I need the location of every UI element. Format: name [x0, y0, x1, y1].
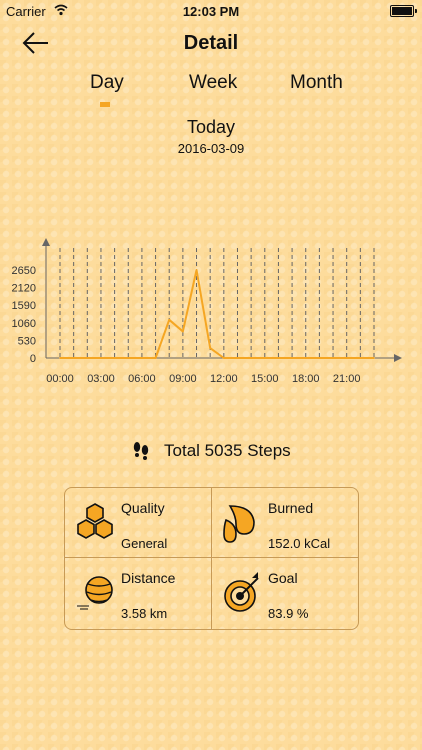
chart-series-line [60, 269, 374, 359]
chart-y-tick-label: 530 [18, 335, 36, 347]
chart-data-point [277, 357, 280, 359]
stat-goal-value: 83.9 % [268, 606, 309, 621]
chart-data-point [113, 357, 116, 359]
chart-x-tick-label: 09:00 [169, 373, 197, 385]
chart-data-point [86, 357, 89, 359]
drops-icon [223, 505, 255, 543]
stat-burned-value: 152.0 kCal [268, 536, 331, 551]
stat-goal: Goal 83.9 % [212, 558, 358, 627]
status-bar: Carrier 12:03 PM [0, 0, 422, 22]
chart-data-point [72, 357, 75, 359]
chart-data-point [359, 357, 362, 359]
stat-burned-label: Burned [268, 500, 314, 516]
chart-y-tick-label: 1590 [12, 300, 36, 312]
chart-x-tick-label: 18:00 [292, 373, 320, 385]
chart-x-tick-label: 03:00 [87, 373, 115, 385]
status-time: 12:03 PM [182, 4, 240, 19]
stat-burned: Burned 152.0 kCal [212, 488, 358, 557]
chart-data-point [182, 330, 184, 333]
chart-data-point [263, 357, 266, 359]
chart-data-point [127, 357, 130, 359]
chart-data-point [141, 357, 143, 359]
total-steps: Total 5035 Steps [0, 440, 422, 462]
footprints-icon [134, 442, 149, 460]
chart-y-tick-label: 0 [30, 353, 36, 365]
chart-data-point [318, 357, 321, 359]
stat-quality-value: General [121, 536, 168, 551]
chart-data-point [345, 357, 348, 359]
chart-x-tick-label: 12:00 [210, 373, 238, 385]
steps-line-chart: 0 530 1060 1590 2120 2650 00:00 03:00 06:00 09:00… [12, 238, 402, 385]
chart-x-tick-label: 00:00 [46, 373, 74, 385]
chart-data-point [250, 357, 252, 359]
total-steps-label: Total 5035 Steps [164, 441, 291, 460]
chart-y-axis-arrow [42, 238, 50, 246]
battery-icon [390, 5, 417, 17]
ball-icon [77, 576, 113, 610]
chart-x-tick-label: 15:00 [251, 373, 279, 385]
stat-distance: Distance 3.58 km [65, 558, 211, 627]
stat-distance-label: Distance [121, 570, 176, 586]
stat-distance-value: 3.58 km [121, 606, 168, 621]
chart-data-point [100, 357, 102, 359]
chart-data-point [291, 357, 293, 359]
chart-data-point [236, 357, 239, 359]
chart-data-point [209, 347, 211, 349]
stat-goal-label: Goal [268, 570, 298, 586]
chart-data-point [332, 357, 334, 359]
chart-y-tick-label: 1060 [12, 318, 36, 330]
stats-grid: Quality General Burned 152.0 kCal Distan… [64, 487, 359, 630]
chart-data-point [304, 357, 307, 359]
honeycomb-icon [77, 503, 113, 539]
chart-data-point [195, 269, 198, 271]
chart-data-point [59, 357, 61, 359]
chart-data-point [168, 319, 171, 321]
tab-day[interactable]: Day [90, 72, 124, 94]
stat-quality-label: Quality [121, 500, 165, 516]
period-title: Today [186, 117, 236, 137]
target-icon [224, 572, 259, 612]
chart-y-tick-label: 2650 [12, 265, 36, 277]
period-tabs: Day Week Month [0, 70, 422, 110]
chart-data-point [373, 357, 375, 359]
stat-quality: Quality General [65, 488, 211, 557]
page-title: Detail [183, 32, 239, 54]
period-date: 2016-03-09 [177, 141, 245, 156]
chart-x-tick-label: 21:00 [333, 373, 361, 385]
nav-bar: Detail [0, 22, 422, 66]
chart-data-point [154, 357, 157, 359]
chart-data-point [223, 357, 225, 359]
chart-y-tick-label: 2120 [12, 283, 36, 295]
tab-week[interactable]: Week [189, 72, 237, 94]
tab-selected-indicator [100, 102, 110, 107]
chart-x-tick-label: 06:00 [128, 373, 156, 385]
tab-month[interactable]: Month [290, 72, 343, 94]
chart-x-axis-arrow [394, 354, 402, 362]
